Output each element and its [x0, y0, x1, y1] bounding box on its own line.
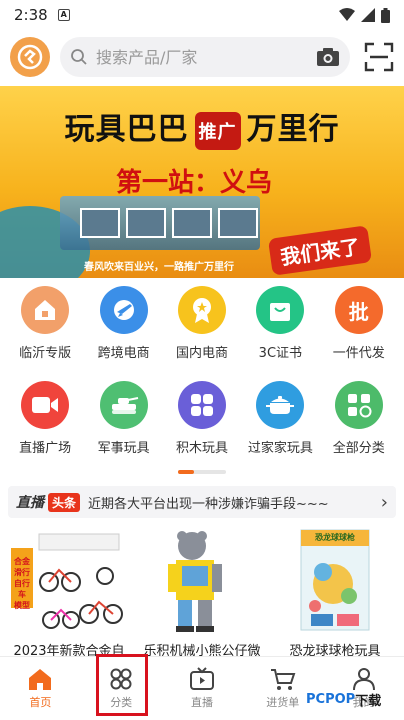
banner-title-badge: 推广 — [194, 111, 241, 150]
banner-photo — [126, 208, 166, 238]
page-indicator — [178, 470, 226, 474]
category-label: 军事玩具 — [97, 441, 150, 456]
search-input[interactable] — [96, 47, 316, 67]
category-all[interactable]: 全部分类 — [324, 381, 394, 456]
bag-icon — [256, 286, 305, 334]
product-badge-line: 合金 — [14, 557, 30, 566]
watermark: PCPOP 下载 — [306, 690, 381, 709]
category-label: 过家家玩具 — [247, 441, 313, 456]
search-bar[interactable] — [60, 37, 350, 77]
category-3c[interactable]: 3C证书 — [245, 286, 315, 361]
pot-icon — [256, 381, 305, 429]
product-card[interactable]: 乐积机械小熊公仔微 — [137, 526, 267, 659]
badge-icon — [177, 286, 226, 334]
banner-title-right: 万里行 — [246, 112, 340, 147]
category-label: 积木玩具 — [175, 441, 228, 456]
header — [0, 30, 404, 84]
status-time: 2:38 — [14, 6, 48, 24]
signal-icon — [361, 8, 375, 22]
banner-photo — [218, 208, 258, 238]
category-grid: 临沂专版 跨境电商 国内电商 3C证书 批 一件代发 直播广场 军事玩具 积木玩… — [0, 286, 404, 456]
nav-label: 直播 — [190, 696, 213, 709]
banner-photos — [80, 208, 258, 238]
nav-label: 进货单 — [266, 696, 300, 709]
product-badge-line: 滑行 — [14, 568, 30, 577]
tv-icon — [189, 667, 214, 690]
news-ticker[interactable]: 直播 头条 近期各大平台出现一种涉嫌诈骗手段~~~ › — [8, 486, 396, 518]
product-image: 合金 滑行 自行车 模型 — [9, 526, 129, 636]
page-indicator-active — [178, 470, 194, 474]
blocks-icon — [177, 381, 226, 429]
status-bar: 2:38 A — [0, 0, 404, 30]
banner-title-left: 玩具巴巴 — [64, 112, 189, 147]
wholesale-glyph: 批 — [348, 299, 369, 324]
category-pretend[interactable]: 过家家玩具 — [245, 381, 315, 456]
promo-banner[interactable]: 玩具巴巴 推广 万里行 第一站：义乌 春风吹来百业兴，一路推广万里行 我们来了 — [0, 86, 404, 278]
home-icon — [29, 669, 52, 690]
category-blocks[interactable]: 积木玩具 — [167, 381, 237, 456]
category-label: 3C证书 — [258, 346, 303, 361]
ticker-logo: 直播 — [16, 495, 44, 511]
category-linyi[interactable]: 临沂专版 — [10, 286, 80, 361]
status-icons — [339, 7, 390, 23]
banner-slogan: 春风吹来百业兴，一路推广万里行 — [84, 262, 234, 273]
tank-icon — [99, 381, 148, 429]
product-badge-line: 自行车 — [14, 579, 30, 599]
video-icon — [21, 381, 70, 429]
category-crossborder[interactable]: 跨境电商 — [89, 286, 159, 361]
cart-icon — [270, 669, 296, 690]
nav-profile[interactable]: 我的 — [323, 657, 404, 720]
house-icon — [21, 286, 70, 334]
product-card[interactable]: 恐龙球球枪 恐龙球球枪玩具 — [270, 526, 400, 659]
category-live[interactable]: 直播广场 — [10, 381, 80, 456]
wholesale-icon: 批 — [334, 286, 383, 334]
notification-icon: A — [57, 9, 70, 21]
banner-callout: 我们来了 — [267, 225, 373, 276]
watermark-brand: PCPOP — [306, 692, 356, 707]
banner-subtitle: 第一站：义乌 — [116, 168, 273, 198]
nav-label: 首页 — [29, 696, 52, 709]
search-icon — [71, 49, 87, 65]
category-label: 跨境电商 — [97, 346, 150, 361]
chevron-right-icon[interactable]: › — [381, 492, 388, 513]
nav-live[interactable]: 直播 — [162, 657, 243, 720]
banner-photo — [80, 208, 120, 238]
logo-icon — [17, 44, 43, 70]
plane-icon — [99, 286, 148, 334]
battery-icon — [381, 7, 390, 23]
ticker-text: 近期各大平台出现一种涉嫌诈骗手段~~~ — [88, 496, 329, 512]
product-image: 恐龙球球枪 — [275, 526, 395, 636]
product-list: 合金 滑行 自行车 模型 2023年新款合金自 乐积机械小熊公仔微 恐龙球球枪 … — [0, 526, 404, 659]
product-badge: 合金 滑行 自行车 模型 — [12, 556, 32, 611]
camera-icon[interactable] — [316, 47, 340, 67]
product-card[interactable]: 合金 滑行 自行车 模型 2023年新款合金自 — [4, 526, 134, 659]
highlight-box — [96, 654, 148, 716]
product-badge-line: 模型 — [14, 601, 30, 610]
nav-cart[interactable]: 进货单 — [242, 657, 323, 720]
scan-icon[interactable] — [364, 42, 394, 72]
banner-photo — [172, 208, 212, 238]
product-image — [142, 526, 262, 636]
category-dropship[interactable]: 批 一件代发 — [324, 286, 394, 361]
category-label: 直播广场 — [19, 441, 72, 456]
bottom-nav: 首页 分类 直播 进货单 我的 — [0, 656, 404, 720]
nav-home[interactable]: 首页 — [0, 657, 81, 720]
category-label: 一件代发 — [332, 346, 385, 361]
category-label: 国内电商 — [175, 346, 228, 361]
app-logo[interactable] — [10, 37, 50, 77]
watermark-suffix: 下载 — [355, 694, 382, 709]
banner-title: 玩具巴巴 推广 万里行 — [0, 104, 404, 150]
ticker-tag: 头条 — [48, 492, 81, 512]
wifi-icon — [339, 8, 355, 21]
category-domestic[interactable]: 国内电商 — [167, 286, 237, 361]
grid-icon — [334, 381, 383, 429]
category-label: 全部分类 — [332, 441, 385, 456]
product-box-label: 恐龙球球枪 — [315, 533, 355, 542]
user-icon — [352, 668, 375, 691]
category-military[interactable]: 军事玩具 — [89, 381, 159, 456]
category-label: 临沂专版 — [19, 346, 72, 361]
